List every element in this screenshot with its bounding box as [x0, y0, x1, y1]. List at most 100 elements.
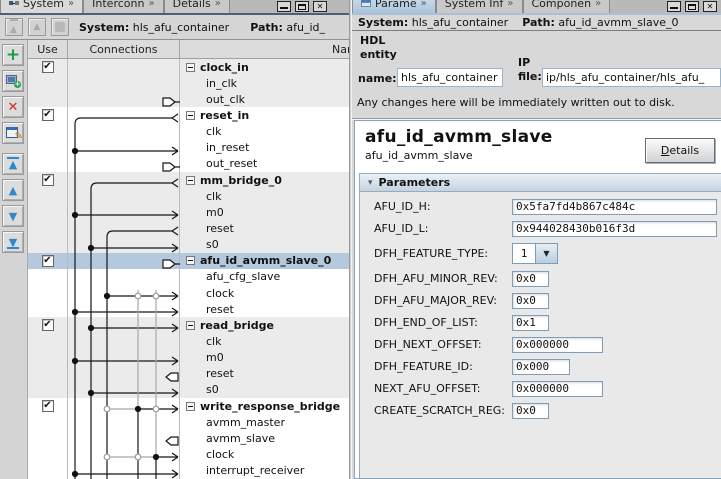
edit-icon: ✎ [6, 127, 20, 139]
add-component-button[interactable]: + [2, 44, 24, 66]
close-icon[interactable]: ✕ [703, 1, 717, 12]
tree-row[interactable]: out_clk [28, 91, 349, 107]
collapse-icon[interactable] [186, 256, 195, 265]
move-up-button-disabled[interactable]: ▲ [28, 18, 46, 36]
tab-detach-icon: » [215, 0, 221, 9]
use-checkbox[interactable]: ✔ [42, 109, 54, 121]
tree-row[interactable]: s0 [28, 237, 349, 253]
filter-button-disabled[interactable] [51, 18, 69, 36]
tab-interconnect[interactable]: Interconn » [83, 0, 163, 13]
parameters-group: ▾ Parameters AFU_ID_H:0x5fa7fd4b867c484c… [359, 173, 721, 478]
tree-row[interactable]: clock [28, 446, 349, 462]
collapse-triangle-icon: ▾ [368, 178, 373, 188]
move-up-button[interactable]: ▲ [2, 179, 24, 201]
details-button[interactable]: Details [645, 138, 715, 163]
dfh-afu-major-rev-input[interactable]: 0x0 [512, 293, 549, 309]
dfh-end-of-list-input[interactable]: 0x1 [512, 315, 549, 331]
next-afu-offset-input[interactable]: 0x000000 [512, 381, 603, 397]
disk-write-notice: Any changes here will be immediately wri… [357, 96, 675, 109]
tab-details[interactable]: Details » [164, 0, 230, 13]
tab-system-info[interactable]: System Inf » [436, 0, 523, 13]
tree-row-selected[interactable]: ✔afu_id_avmm_slave_0 [28, 253, 349, 269]
tree-row[interactable]: afu_cfg_slave [28, 269, 349, 285]
use-checkbox[interactable]: ✔ [42, 319, 54, 331]
hdl-name-input[interactable]: hls_afu_container [397, 68, 503, 87]
tree-row[interactable]: out_reset [28, 156, 349, 172]
move-to-top-button[interactable]: ▲ [2, 153, 24, 175]
tab-parameters[interactable]: Parame » [352, 0, 436, 13]
tree-row[interactable]: reset [28, 301, 349, 317]
edit-parameters-button[interactable]: ✎ [2, 122, 24, 144]
tree-row[interactable]: in_clk [28, 75, 349, 91]
maximize-icon[interactable] [685, 1, 699, 12]
parameters-group-header[interactable]: ▾ Parameters [360, 174, 721, 192]
minimize-icon[interactable] [667, 1, 681, 12]
tab-component[interactable]: Componen » [523, 0, 611, 13]
param-row: DFH_AFU_MINOR_REV:0x0 [374, 270, 721, 287]
tree-row[interactable]: ✔clock_in [28, 59, 349, 75]
use-checkbox[interactable]: ✔ [42, 400, 54, 412]
tree-row[interactable]: clock [28, 285, 349, 301]
dfh-feature-type-dropdown[interactable]: 1 ▼ [512, 243, 558, 264]
tree-row[interactable]: s0 [28, 382, 349, 398]
tree-row[interactable]: clk [28, 333, 349, 349]
dropdown-arrow-icon[interactable]: ▼ [535, 244, 557, 263]
tree-row[interactable]: clk [28, 124, 349, 140]
tab-system[interactable]: System » [0, 0, 83, 13]
collapse-icon[interactable] [186, 321, 195, 330]
column-header-name[interactable]: Name [180, 40, 349, 58]
param-row: DFH_NEXT_OFFSET:0x000000 [374, 336, 721, 353]
remove-button[interactable]: ✕ [2, 96, 24, 118]
hdl-entity-section: HDL entity name: hls_afu_container IP fi… [352, 32, 721, 118]
collapse-icon[interactable] [186, 111, 195, 120]
system-path-bar: ▲ ▲ System: hls_afu_container Path: afu_… [0, 15, 349, 40]
close-icon[interactable]: ✕ [313, 1, 327, 12]
tree-rows: ✔clock_in in_clk out_clk ✔reset_in clk i… [28, 59, 349, 479]
move-down-button[interactable]: ▼ [2, 205, 24, 227]
tree-row[interactable]: ✔read_bridge [28, 317, 349, 333]
ip-file-input[interactable]: ip/hls_afu_container/hls_afu_ [542, 68, 721, 87]
collapse-icon[interactable] [186, 402, 195, 411]
tree-row[interactable]: in_reset [28, 140, 349, 156]
tree-row[interactable]: avmm_slave [28, 430, 349, 446]
component-subtitle: afu_id_avmm_slave [365, 149, 473, 162]
collapse-icon[interactable] [186, 176, 195, 185]
minimize-icon[interactable] [277, 1, 291, 12]
hdl-name-label: name: [358, 72, 397, 85]
afu-id-l-input[interactable]: 0x944028430b016f3d [512, 221, 717, 237]
dfh-afu-minor-rev-input[interactable]: 0x0 [512, 271, 549, 287]
system-panel: System » Interconn » Details » ✕ ▲ [0, 0, 349, 479]
hdl-entity-label: HDL entity [360, 34, 404, 62]
maximize-icon[interactable] [295, 1, 309, 12]
dfh-next-offset-input[interactable]: 0x000000 [512, 337, 603, 353]
move-top-button-disabled[interactable]: ▲ [5, 18, 23, 36]
tree-row[interactable]: ✔write_response_bridge [28, 398, 349, 414]
system-tab-icon [9, 0, 19, 8]
collapse-icon[interactable] [186, 63, 195, 72]
param-row: DFH_END_OF_LIST:0x1 [374, 314, 721, 331]
tree-row[interactable]: reset [28, 220, 349, 236]
tab-detach-icon: » [148, 0, 154, 9]
left-toolbar: + + ✕ ✎ ▲ ▲ ▼ ▼ [0, 40, 28, 479]
use-checkbox[interactable]: ✔ [42, 61, 54, 73]
move-to-bottom-button[interactable]: ▼ [2, 231, 24, 253]
column-header-connections[interactable]: Connections [68, 40, 180, 58]
left-tab-strip: System » Interconn » Details » ✕ [0, 0, 349, 13]
tree-row[interactable]: reset [28, 366, 349, 382]
tree-row[interactable]: ✔mm_bridge_0 [28, 172, 349, 188]
create-scratch-reg-input[interactable]: 0x0 [512, 403, 549, 419]
afu-id-h-input[interactable]: 0x5fa7fd4b867c484c [512, 199, 717, 215]
tree-row[interactable]: interrupt_receiver [28, 463, 349, 479]
tab-details-label: Details [173, 0, 211, 10]
use-checkbox[interactable]: ✔ [42, 174, 54, 186]
dfh-feature-id-input[interactable]: 0x000 [512, 359, 570, 375]
tree-row[interactable]: m0 [28, 204, 349, 220]
add-connection-button[interactable]: + [2, 70, 24, 92]
tree-row[interactable]: avmm_master [28, 414, 349, 430]
tree-row[interactable]: ✔reset_in [28, 107, 349, 123]
tree-row[interactable]: clk [28, 188, 349, 204]
tree-header: Use Connections Name [28, 40, 349, 59]
use-checkbox[interactable]: ✔ [42, 255, 54, 267]
column-header-use[interactable]: Use [28, 40, 68, 58]
tree-row[interactable]: m0 [28, 350, 349, 366]
